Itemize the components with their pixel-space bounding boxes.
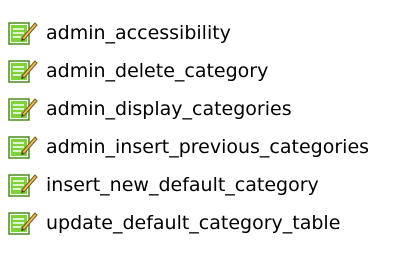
file-item-admin-delete-category[interactable]: admin_delete_category <box>8 52 404 90</box>
file-name: admin_accessibility <box>46 21 231 44</box>
file-name: admin_delete_category <box>46 59 269 82</box>
script-file-edit-icon <box>8 212 38 235</box>
script-file-edit-icon <box>8 174 38 197</box>
file-name: update_default_category_table <box>46 211 341 234</box>
file-list: admin_accessibility admin_delete_categor… <box>8 14 404 242</box>
script-file-edit-icon <box>8 22 38 45</box>
script-file-edit-icon <box>8 136 38 159</box>
script-file-edit-icon <box>8 98 38 121</box>
file-name: insert_new_default_category <box>46 173 319 196</box>
file-item-admin-accessibility[interactable]: admin_accessibility <box>8 14 404 52</box>
file-item-insert-new-default-category[interactable]: insert_new_default_category <box>8 166 404 204</box>
script-file-edit-icon <box>8 60 38 83</box>
file-item-admin-display-categories[interactable]: admin_display_categories <box>8 90 404 128</box>
file-item-admin-insert-previous-categories[interactable]: admin_insert_previous_categories <box>8 128 404 166</box>
file-item-update-default-category-table[interactable]: update_default_category_table <box>8 204 404 242</box>
file-name: admin_display_categories <box>46 97 292 120</box>
file-name: admin_insert_previous_categories <box>46 135 370 158</box>
